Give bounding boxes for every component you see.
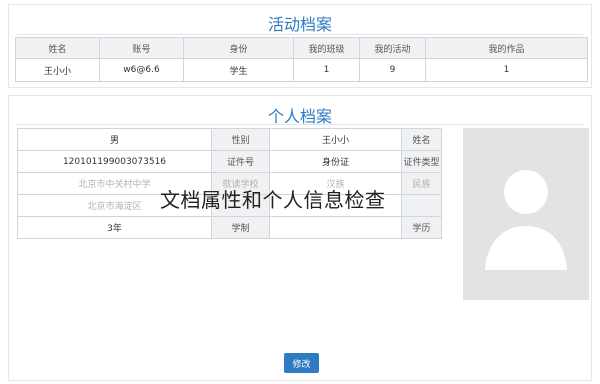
name-value: 王小小 xyxy=(269,128,402,151)
overlay-caption: 文档属性和个人信息检查 xyxy=(160,188,386,212)
cell-name: 王小小 xyxy=(15,58,100,82)
column-header-my-activity: 我的活动 xyxy=(359,37,426,59)
activity-title: 活动档案 xyxy=(267,15,332,34)
table-row: 120101199003073516 证件号 身份证 证件类型 xyxy=(17,150,442,173)
cell-account: w6@6.6 xyxy=(99,58,184,82)
profile-title-divider xyxy=(17,124,583,125)
column-header-my-works: 我的作品 xyxy=(425,37,588,59)
activity-title-divider xyxy=(17,34,583,35)
school-system-label: 学制 xyxy=(211,216,270,239)
education-years-value: 3年 xyxy=(17,216,212,239)
id-number-value: 120101199003073516 xyxy=(17,150,212,173)
column-header-account: 账号 xyxy=(99,37,184,59)
cell-class-count[interactable]: 1 xyxy=(293,58,360,82)
education-value xyxy=(269,216,402,239)
cell-activity-count[interactable]: 9 xyxy=(359,58,426,82)
activity-table: 姓名 账号 身份 我的班级 我的活动 我的作品 王小小 w6@6.6 学生 1 … xyxy=(15,37,588,82)
gender-label: 性别 xyxy=(211,128,270,151)
activity-panel: 活动档案 姓名 账号 身份 我的班级 我的活动 我的作品 王小小 w6@6.6 … xyxy=(8,4,592,88)
id-type-value: 身份证 xyxy=(269,150,402,173)
education-label: 学历 xyxy=(401,216,442,239)
cell-works-count[interactable]: 1 xyxy=(425,58,588,82)
ethnic-label: 民族 xyxy=(401,172,442,195)
cell-identity: 学生 xyxy=(183,58,294,82)
table-row: 王小小 w6@6.6 学生 1 9 1 xyxy=(15,58,588,82)
id-number-label: 证件号 xyxy=(211,150,270,173)
edit-button[interactable]: 修改 xyxy=(284,353,319,373)
gender-value: 男 xyxy=(17,128,212,151)
table-header-row: 姓名 账号 身份 我的班级 我的活动 我的作品 xyxy=(15,37,588,59)
area-extra-label xyxy=(401,194,442,217)
avatar xyxy=(463,128,589,300)
column-header-identity: 身份 xyxy=(183,37,294,59)
column-header-name: 姓名 xyxy=(15,37,100,59)
column-header-my-class: 我的班级 xyxy=(293,37,360,59)
profile-panel: 个人档案 男 性别 王小小 姓名 120101199003073516 证件号 … xyxy=(8,95,592,381)
table-row: 男 性别 王小小 姓名 xyxy=(17,128,442,151)
table-row: 3年 学制 学历 xyxy=(17,216,442,239)
name-label: 姓名 xyxy=(401,128,442,151)
id-type-label: 证件类型 xyxy=(401,150,442,173)
avatar-placeholder-icon xyxy=(485,170,567,270)
